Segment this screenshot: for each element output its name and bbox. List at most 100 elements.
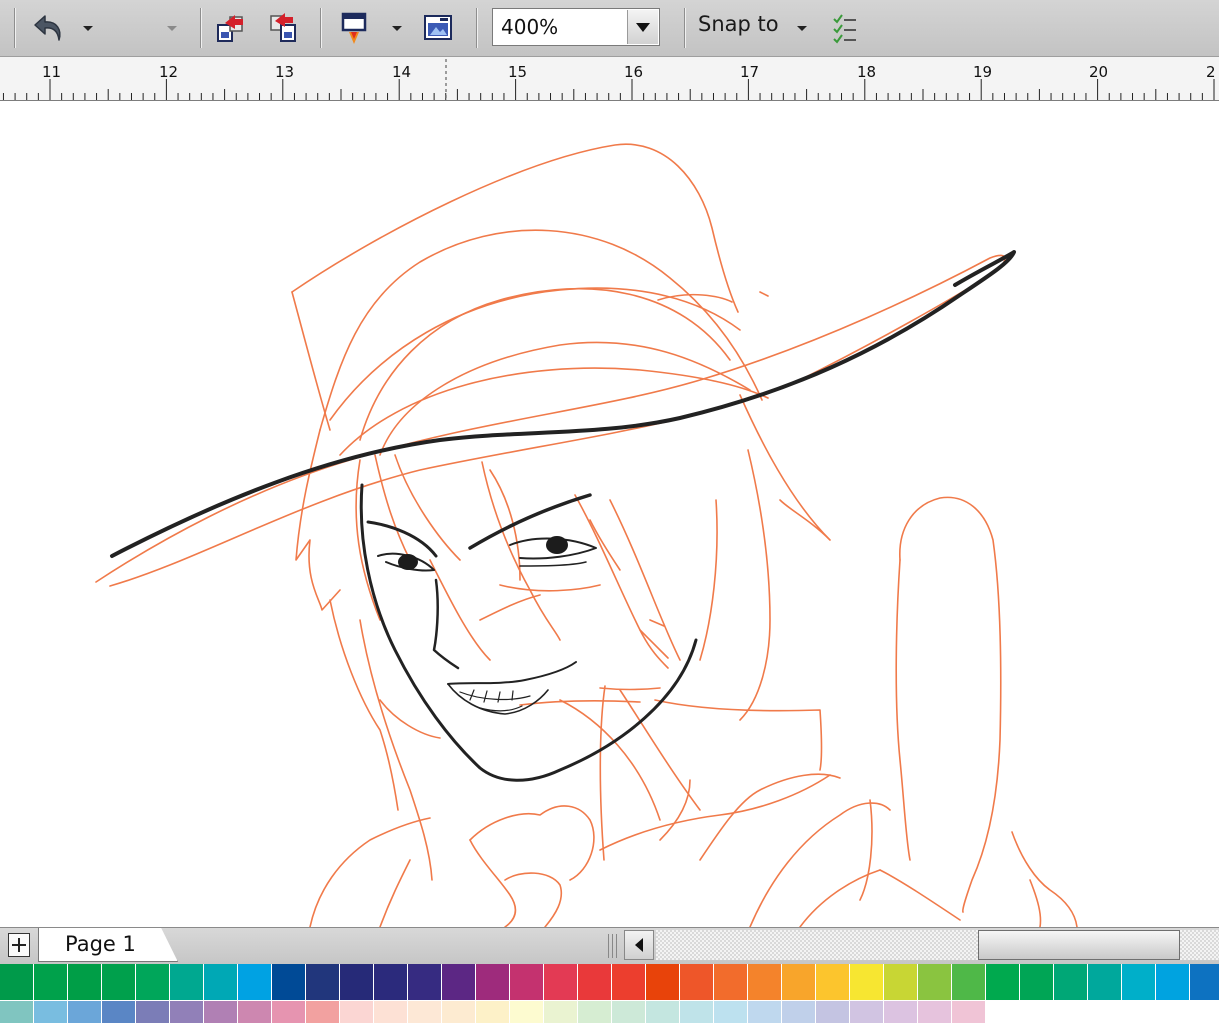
ruler-label: 16 (624, 63, 644, 81)
application-launcher-icon (341, 12, 367, 44)
color-swatch[interactable] (408, 964, 442, 1001)
color-swatch[interactable] (612, 964, 646, 1001)
standard-toolbar: Snap to (0, 0, 1219, 57)
orange-sketch-lines (95, 143, 1078, 927)
color-swatch[interactable] (1054, 964, 1088, 1001)
color-swatch[interactable] (374, 964, 408, 1001)
color-swatch[interactable] (816, 964, 850, 1001)
color-swatch[interactable] (340, 1001, 374, 1024)
document-navigator: Page 1 (0, 927, 1219, 965)
color-swatch[interactable] (578, 964, 612, 1001)
horizontal-scrollbar-thumb[interactable] (978, 930, 1180, 960)
color-swatch[interactable] (272, 964, 306, 1001)
color-swatch[interactable] (748, 1001, 782, 1024)
color-swatch[interactable] (34, 1001, 68, 1024)
color-swatch[interactable] (340, 964, 374, 1001)
drawing-canvas[interactable] (0, 101, 1219, 927)
snap-to-label[interactable]: Snap to (698, 12, 779, 36)
ruler-label: 18 (857, 63, 877, 81)
welcome-screen-button[interactable] (418, 10, 458, 46)
color-swatch[interactable] (102, 1001, 136, 1024)
color-swatch[interactable] (1020, 964, 1054, 1001)
color-swatch[interactable] (1122, 964, 1156, 1001)
color-swatch[interactable] (884, 964, 918, 1001)
color-swatch[interactable] (442, 964, 476, 1001)
color-swatch[interactable] (442, 1001, 476, 1024)
color-swatch[interactable] (408, 1001, 442, 1024)
color-swatch[interactable] (748, 964, 782, 1001)
color-swatch[interactable] (68, 1001, 102, 1024)
color-swatch[interactable] (850, 964, 884, 1001)
chevron-down-icon (392, 25, 402, 31)
color-swatch[interactable] (918, 1001, 952, 1024)
undo-button[interactable] (28, 10, 68, 46)
color-swatch[interactable] (952, 964, 986, 1001)
chevron-down-icon (636, 22, 650, 32)
scroll-left-button[interactable] (624, 930, 654, 960)
color-swatch[interactable] (884, 1001, 918, 1024)
color-swatch[interactable] (850, 1001, 884, 1024)
color-swatch[interactable] (544, 964, 578, 1001)
color-swatch[interactable] (34, 964, 68, 1001)
color-swatch[interactable] (170, 1001, 204, 1024)
application-launcher-button[interactable] (334, 8, 374, 48)
color-swatch[interactable] (714, 964, 748, 1001)
color-swatch[interactable] (544, 1001, 578, 1024)
color-swatch[interactable] (986, 964, 1020, 1001)
color-swatch[interactable] (272, 1001, 306, 1024)
undo-dropdown-button[interactable] (80, 22, 96, 34)
toolbar-separator (320, 8, 321, 48)
zoom-level-combobox[interactable] (492, 8, 660, 46)
snap-options-button[interactable] (826, 8, 862, 48)
zoom-level-dropdown-button[interactable] (627, 10, 658, 44)
color-swatch[interactable] (0, 1001, 34, 1024)
chevron-down-icon (797, 25, 807, 31)
color-swatch[interactable] (680, 1001, 714, 1024)
color-swatch[interactable] (306, 964, 340, 1001)
color-swatch[interactable] (238, 964, 272, 1001)
add-page-icon[interactable] (8, 933, 30, 957)
color-swatch[interactable] (238, 1001, 272, 1024)
color-swatch[interactable] (646, 1001, 680, 1024)
export-button[interactable] (264, 10, 304, 46)
color-swatch[interactable] (204, 1001, 238, 1024)
color-swatch[interactable] (102, 964, 136, 1001)
color-swatch[interactable] (782, 964, 816, 1001)
snap-to-dropdown[interactable] (794, 22, 810, 34)
color-swatch[interactable] (170, 964, 204, 1001)
zoom-level-input[interactable] (493, 9, 639, 45)
color-swatch[interactable] (204, 964, 238, 1001)
color-swatch[interactable] (646, 964, 680, 1001)
color-swatch[interactable] (136, 964, 170, 1001)
color-swatch[interactable] (952, 1001, 986, 1024)
color-swatch[interactable] (1088, 964, 1122, 1001)
color-swatch[interactable] (816, 1001, 850, 1024)
color-swatch[interactable] (306, 1001, 340, 1024)
color-swatch[interactable] (476, 964, 510, 1001)
color-swatch[interactable] (782, 1001, 816, 1024)
import-button[interactable] (210, 10, 250, 46)
character-sketch-artwork[interactable] (0, 101, 1219, 927)
color-swatch[interactable] (1190, 964, 1219, 1001)
ruler-label: 17 (740, 63, 760, 81)
color-swatch[interactable] (612, 1001, 646, 1024)
redo-dropdown-button[interactable] (164, 22, 180, 34)
horizontal-ruler[interactable]: 11 12 13 14 15 16 17 18 19 20 2 (0, 57, 1219, 101)
color-swatch[interactable] (714, 1001, 748, 1024)
color-swatch[interactable] (476, 1001, 510, 1024)
palette-row-tints (0, 1001, 986, 1024)
color-swatch[interactable] (1156, 964, 1190, 1001)
color-swatch[interactable] (510, 1001, 544, 1024)
toolbar-separator (14, 8, 15, 48)
color-swatch[interactable] (578, 1001, 612, 1024)
color-swatch[interactable] (0, 964, 34, 1001)
color-swatch[interactable] (680, 964, 714, 1001)
color-swatch[interactable] (918, 964, 952, 1001)
page-tab-1[interactable]: Page 1 (38, 928, 178, 962)
color-swatch[interactable] (374, 1001, 408, 1024)
color-swatch[interactable] (68, 964, 102, 1001)
color-swatch[interactable] (510, 964, 544, 1001)
application-launcher-dropdown[interactable] (389, 22, 405, 34)
splitter-grip[interactable] (608, 934, 620, 958)
color-swatch[interactable] (136, 1001, 170, 1024)
